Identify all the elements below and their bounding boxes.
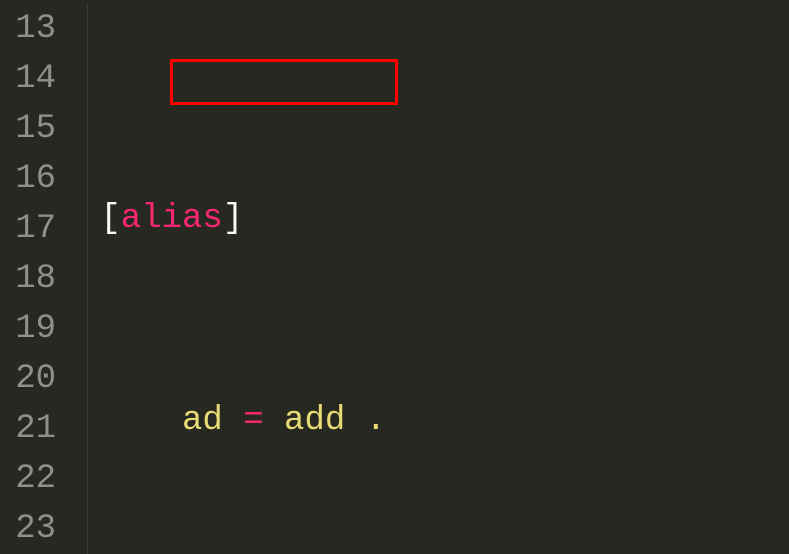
line-number: 13 xyxy=(0,4,56,54)
highlight-annotation xyxy=(170,59,398,105)
line-number: 19 xyxy=(0,304,56,354)
section-name: alias xyxy=(121,200,223,238)
line-number: 23 xyxy=(0,504,56,554)
code-area[interactable]: [alias] ad = add . cmm = commit -m lg = … xyxy=(70,4,789,554)
code-editor[interactable]: 13 14 15 16 17 18 19 20 21 22 23 [alias]… xyxy=(0,0,789,554)
code-line[interactable]: ad = add . xyxy=(80,396,789,446)
line-number: 21 xyxy=(0,404,56,454)
line-number: 15 xyxy=(0,104,56,154)
line-number: 18 xyxy=(0,254,56,304)
code-line[interactable]: [alias] xyxy=(80,194,789,244)
bracket-open: [ xyxy=(100,200,120,238)
alias-key: ad xyxy=(182,402,223,440)
line-number: 20 xyxy=(0,354,56,404)
bracket-close: ] xyxy=(223,200,243,238)
line-number: 17 xyxy=(0,204,56,254)
alias-value: add . xyxy=(284,402,386,440)
indent-guide xyxy=(87,4,88,554)
line-number: 22 xyxy=(0,454,56,504)
line-number: 14 xyxy=(0,54,56,104)
line-number-gutter: 13 14 15 16 17 18 19 20 21 22 23 xyxy=(0,4,70,554)
equals-sign: = xyxy=(243,402,263,440)
line-number: 16 xyxy=(0,154,56,204)
